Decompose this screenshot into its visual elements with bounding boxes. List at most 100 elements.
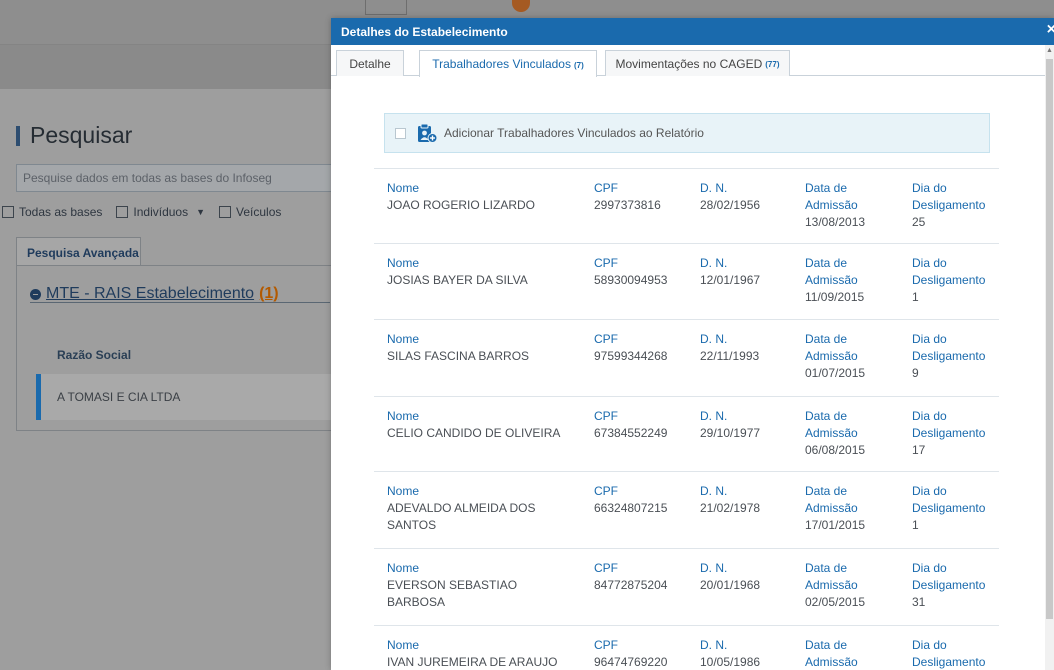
tab-pesquisa-avancada[interactable]: Pesquisa Avançada [16, 237, 141, 265]
filter-individuos[interactable]: Indivíduos ▼ [116, 205, 205, 219]
close-icon[interactable]: × [1047, 21, 1054, 39]
cell-dn: D. N. 21/02/1978 [700, 483, 760, 517]
cell-dn: D. N. 29/10/1977 [700, 408, 760, 442]
caret-down-icon[interactable]: ▼ [196, 207, 205, 217]
label-dn: D. N. [700, 638, 728, 652]
value-desligamento: 1 [912, 290, 919, 304]
filter-todas-bases[interactable]: Todas as bases [2, 205, 102, 219]
value-desligamento: 25 [912, 215, 926, 229]
column-header-razao-social: Razão Social [57, 348, 132, 362]
value-admissao: 01/07/2015 [805, 366, 866, 380]
label-admissao: Data de Admissão [805, 484, 858, 515]
tab-detalhe[interactable]: Detalhe [336, 50, 404, 76]
cell-desligamento: Dia do Desligamento [912, 637, 992, 670]
details-modal: Detalhes do Estabelecimento × Detalhe Tr… [331, 18, 1054, 670]
filter-label: Veículos [236, 205, 282, 219]
clipboard-user-add-icon [416, 123, 438, 143]
value-desligamento: 17 [912, 443, 926, 457]
add-to-report-checkbox[interactable] [395, 127, 406, 139]
table-row[interactable]: Nome ADEVALDO ALMEIDA DOS SANTOS CPF 66324… [374, 471, 999, 548]
value-cpf: 67384552249 [594, 426, 668, 440]
label-admissao: Data de Admissão [805, 638, 858, 669]
value-nome: SILAS FASCINA BARROS [387, 349, 530, 363]
cell-admissao: Data de Admissão 13/08/2013 [805, 180, 895, 231]
label-cpf: CPF [594, 484, 618, 498]
filter-label: Indivíduos [133, 205, 189, 219]
tab-label: Detalhe [349, 56, 391, 71]
label-cpf: CPF [594, 409, 618, 423]
tab-label: Trabalhadores Vinculados [432, 57, 571, 71]
cell-cpf: CPF 66324807215 [594, 483, 667, 517]
label-nome: Nome [387, 409, 420, 423]
value-nome: CELIO CANDIDO DE OLIVEIRA [387, 426, 561, 440]
modal-scrollbar[interactable]: ▲ [1045, 45, 1054, 670]
cell-dn: D. N. 20/01/1968 [700, 560, 760, 594]
cell-admissao: Data de Admissão 17/01/2015 [805, 483, 895, 534]
label-cpf: CPF [594, 561, 618, 575]
cell-nome: Nome JOSIAS BAYER DA SILVA [387, 255, 577, 289]
table-row[interactable]: Nome IVAN JUREMEIRA DE ARAUJO CPF 96474769… [374, 625, 999, 670]
cell-admissao: Data de Admissão [805, 637, 895, 670]
value-dn: 12/01/1967 [700, 273, 761, 287]
search-input[interactable]: Pesquise dados em todas as bases do Info… [16, 164, 346, 192]
cell-dn: D. N. 22/11/1993 [700, 331, 759, 365]
checkbox[interactable] [219, 206, 232, 218]
value-dn: 29/10/1977 [700, 426, 761, 440]
tab-movimentacoes-caged[interactable]: Movimentações no CAGED (77) [605, 50, 790, 76]
value-admissao: 06/08/2015 [805, 443, 866, 457]
value-cpf: 58930094953 [594, 273, 668, 287]
cell-cpf: CPF 84772875204 [594, 560, 667, 594]
table-row[interactable]: Nome JOAO ROGERIO LIZARDO CPF 2997373816 D… [374, 168, 999, 243]
cell-cpf: CPF 58930094953 [594, 255, 667, 289]
label-admissao: Data de Admissão [805, 409, 858, 440]
table-row[interactable]: Nome CELIO CANDIDO DE OLIVEIRA CPF 6738455… [374, 396, 999, 471]
value-cpf: 97599344268 [594, 349, 668, 363]
table-row[interactable]: Nome SILAS FASCINA BARROS CPF 97599344268 … [374, 319, 999, 396]
label-dn: D. N. [700, 409, 728, 423]
tab-count: (7) [573, 60, 584, 70]
cell-desligamento: Dia do Desligamento 1 [912, 483, 992, 534]
value-dn: 28/02/1956 [700, 198, 761, 212]
label-desligamento: Dia do Desligamento [912, 332, 986, 363]
value-nome: JOSIAS BAYER DA SILVA [387, 273, 528, 287]
tab-label: Movimentações no CAGED [615, 56, 763, 71]
modal-title: Detalhes do Estabelecimento [341, 24, 508, 39]
cell-dn: D. N. 10/05/1986 [700, 637, 760, 670]
cell-nome: Nome IVAN JUREMEIRA DE ARAUJO [387, 637, 577, 670]
label-nome: Nome [387, 332, 420, 346]
label-cpf: CPF [594, 256, 618, 270]
table-row[interactable]: Nome JOSIAS BAYER DA SILVA CPF 58930094953… [374, 243, 999, 319]
value-cpf: 66324807215 [594, 501, 668, 515]
label-cpf: CPF [594, 181, 618, 195]
scrollbar-thumb[interactable] [1046, 59, 1053, 619]
checkbox[interactable] [2, 206, 14, 218]
add-to-report-label: Adicionar Trabalhadores Vinculados ao Re… [444, 126, 704, 140]
workers-list[interactable]: Adicionar Trabalhadores Vinculados ao Re… [344, 75, 1037, 670]
modal-tabs: Detalhe Trabalhadores Vinculados (7) Mov… [331, 45, 1054, 77]
label-desligamento: Dia do Desligamento [912, 181, 986, 212]
cell-dn: D. N. 28/02/1956 [700, 180, 760, 214]
value-dn: 21/02/1978 [700, 501, 761, 515]
title-accent-bar [16, 126, 20, 146]
tab-trabalhadores-vinculados[interactable]: Trabalhadores Vinculados (7) [419, 50, 597, 77]
collapse-icon[interactable] [30, 288, 41, 300]
section-title[interactable]: MTE - RAIS Estabelecimento [46, 285, 254, 303]
table-row[interactable]: Nome EVERSON SEBASTIAO BARBOSA CPF 8477287… [374, 548, 999, 625]
cell-nome: Nome SILAS FASCINA BARROS [387, 331, 577, 365]
cell-desligamento: Dia do Desligamento 17 [912, 408, 992, 459]
label-desligamento: Dia do Desligamento [912, 638, 986, 669]
value-cpf: 84772875204 [594, 578, 668, 592]
label-dn: D. N. [700, 484, 728, 498]
add-to-report-bar[interactable]: Adicionar Trabalhadores Vinculados ao Re… [384, 113, 990, 153]
section-mte-rais[interactable]: MTE - RAIS Estabelecimento (1) [30, 285, 279, 303]
label-desligamento: Dia do Desligamento [912, 561, 986, 592]
result-row[interactable]: A TOMASI E CIA LTDA [36, 374, 346, 420]
value-dn: 22/11/1993 [700, 349, 760, 363]
value-admissao: 17/01/2015 [805, 518, 866, 532]
label-cpf: CPF [594, 638, 618, 652]
label-admissao: Data de Admissão [805, 561, 858, 592]
filter-veiculos[interactable]: Veículos [219, 205, 281, 219]
cell-desligamento: Dia do Desligamento 1 [912, 255, 992, 306]
checkbox[interactable] [116, 206, 129, 218]
scroll-up-icon[interactable]: ▲ [1046, 47, 1053, 54]
